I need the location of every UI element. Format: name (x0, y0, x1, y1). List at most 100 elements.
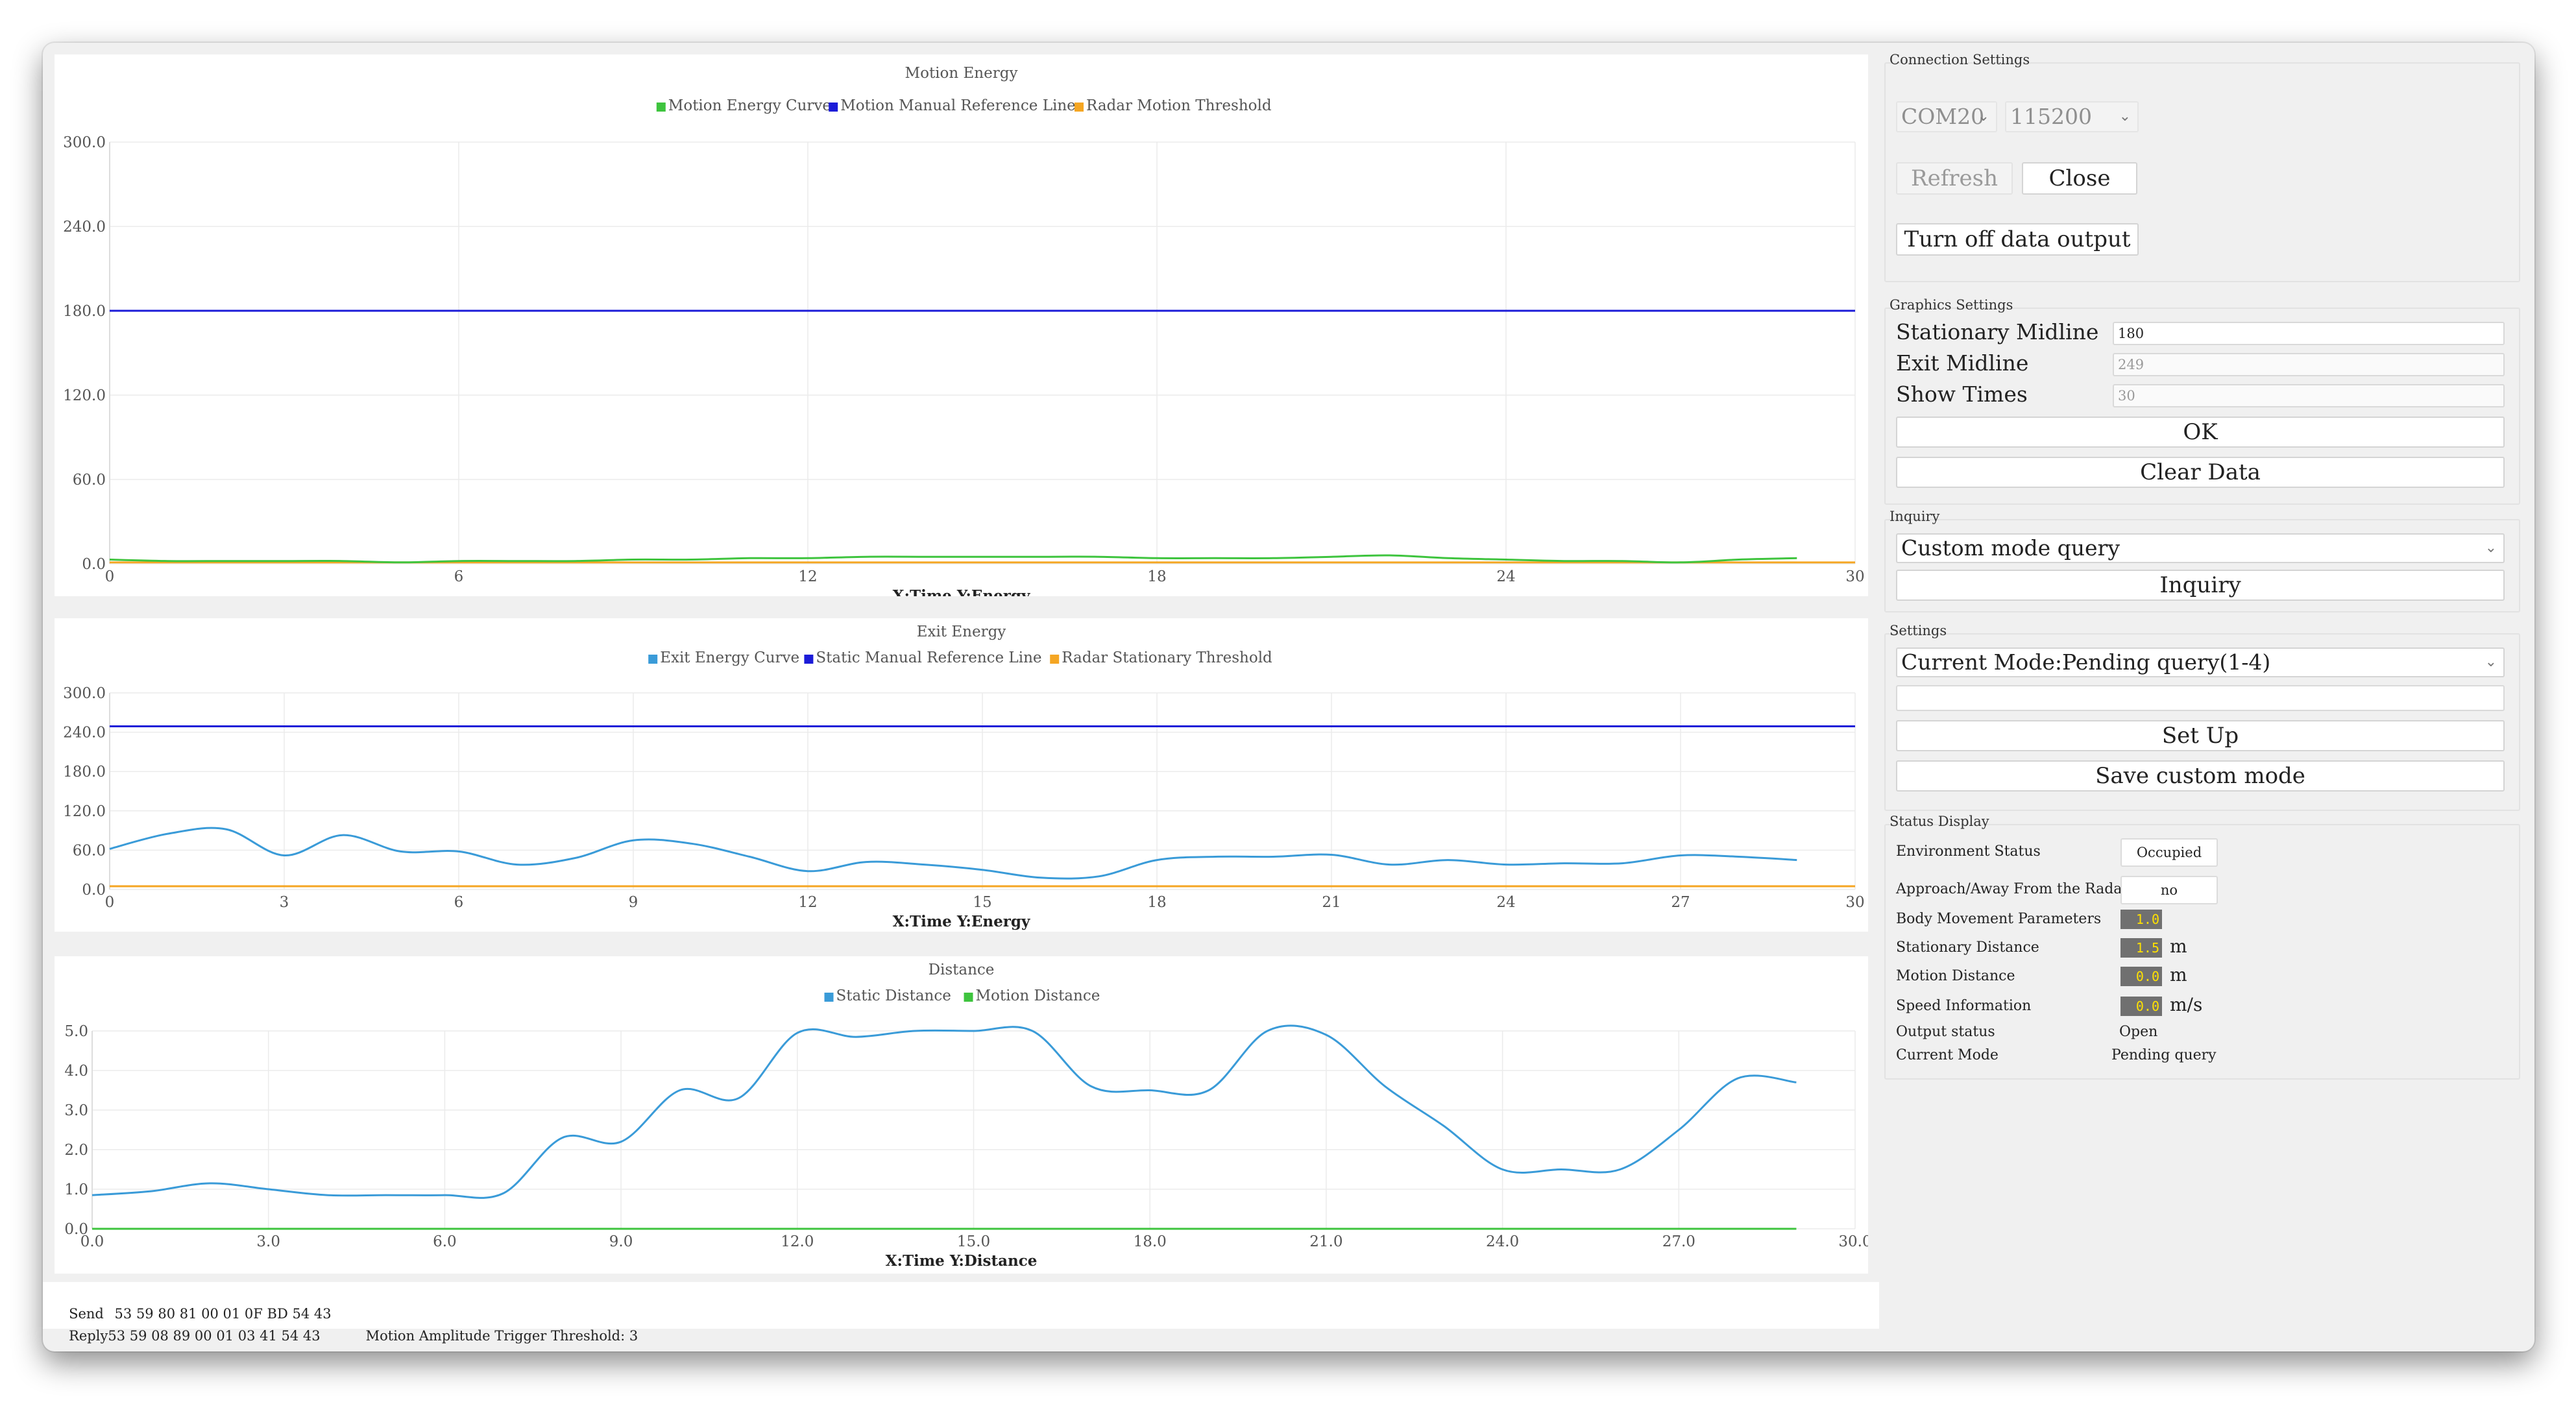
x-tick-label: 27.0 (1662, 1233, 1695, 1250)
legend-label: Exit Energy Curve (660, 649, 799, 666)
x-tick-label: 30.0 (1838, 1233, 1868, 1250)
legend-item[interactable]: Static Manual Reference Line (804, 649, 1042, 666)
chart-title: Motion Energy (905, 65, 1018, 82)
turn-off-data-output-button[interactable]: Turn off data output (1896, 223, 2139, 256)
motion-distance-lcd: 0.0 (2120, 967, 2162, 986)
motion-energy-plot: Motion Energy Motion Energy Curve Motion M… (63, 65, 1865, 596)
axis-label: X:Time Y:Energy (893, 587, 1030, 596)
series-line (91, 1024, 1797, 1199)
set-up-button[interactable]: Set Up (1896, 720, 2505, 751)
connection-settings-title: Connection Settings (1889, 52, 2030, 67)
clear-data-button[interactable]: Clear Data (1896, 457, 2505, 488)
stationary-distance-unit: m (2170, 936, 2187, 957)
legend-swatch (964, 993, 973, 1002)
x-tick-label: 24.0 (1486, 1233, 1519, 1250)
x-tick-label: 0 (105, 894, 115, 911)
graphics-settings-title: Graphics Settings (1889, 297, 2013, 313)
exit-energy-plot: Exit Energy Exit Energy Curve Static Manua… (63, 623, 1865, 930)
approach-away-label: Approach/Away From the Radar (1896, 881, 2129, 897)
legend-label: Motion Energy Curve (668, 97, 831, 114)
speed-information-unit: m/s (2170, 994, 2203, 1015)
reply-row: Reply53 59 08 89 00 01 03 41 54 43 Motion… (43, 1307, 638, 1344)
chevron-down-icon: ⌄ (1977, 108, 1989, 125)
legend-swatch (824, 993, 834, 1002)
y-tick-label: 240.0 (63, 219, 106, 236)
x-tick-label: 18 (1147, 894, 1166, 911)
app-window: Motion Energy Motion Energy Curve Motion M… (43, 43, 2534, 1351)
y-tick-label: 300.0 (63, 134, 106, 151)
inquiry-title: Inquiry (1889, 509, 1940, 524)
axis-label: X:Time Y:Energy (893, 913, 1030, 930)
speed-information-lcd: 0.0 (2120, 997, 2162, 1016)
motion-distance-unit: m (2170, 964, 2187, 986)
close-button[interactable]: Close (2022, 162, 2137, 195)
legend-swatch (1075, 103, 1084, 112)
legend-item[interactable]: Exit Energy Curve (648, 649, 799, 666)
exit-energy-chart: Exit Energy Exit Energy Curve Static Manua… (55, 618, 1868, 932)
reply-note: Motion Amplitude Trigger Threshold: 3 (365, 1328, 638, 1344)
legend-swatch (1050, 655, 1060, 664)
legend-label: Radar Stationary Threshold (1062, 649, 1272, 666)
legend-item[interactable]: Radar Stationary Threshold (1050, 649, 1272, 666)
status-display-title: Status Display (1889, 814, 1989, 829)
output-status-value: Open (2119, 1024, 2158, 1040)
y-tick-label: 1.0 (64, 1181, 88, 1198)
stationary-distance-lcd: 1.5 (2120, 938, 2162, 958)
y-tick-label: 60.0 (73, 842, 106, 859)
y-tick-label: 120.0 (63, 387, 106, 404)
graphics-settings-group: Graphics Settings Stationary Midline 180… (1884, 297, 2520, 505)
ok-button[interactable]: OK (1896, 417, 2505, 448)
chevron-down-icon: ⌄ (2485, 654, 2497, 670)
exit-midline-label: Exit Midline (1896, 350, 2029, 376)
legend-item[interactable]: Static Distance (824, 987, 951, 1004)
current-mode-value: Pending query (2111, 1047, 2217, 1063)
motion-energy-chart: Motion Energy Motion Energy Curve Motion M… (55, 54, 1868, 596)
settings-input[interactable] (1896, 685, 2505, 711)
legend-swatch (648, 655, 658, 664)
legend-item[interactable]: Motion Distance (964, 987, 1100, 1004)
inquiry-select[interactable]: Custom mode query ⌄ (1896, 533, 2505, 563)
inquiry-button[interactable]: Inquiry (1896, 570, 2505, 601)
body-movement-label: Body Movement Parameters (1896, 911, 2102, 927)
y-tick-label: 2.0 (64, 1142, 88, 1159)
legend-label: Motion Distance (976, 987, 1100, 1004)
chart-title: Exit Energy (917, 623, 1006, 640)
x-tick-label: 24 (1496, 894, 1515, 911)
mode-select[interactable]: Current Mode:Pending query(1-4) ⌄ (1896, 647, 2505, 677)
speed-information-label: Speed Information (1896, 998, 2032, 1014)
body-movement-lcd: 1.0 (2120, 910, 2162, 929)
legend-swatch (656, 103, 666, 112)
x-tick-label: 27 (1671, 894, 1690, 911)
x-tick-label: 6 (454, 894, 464, 911)
x-tick-label: 24 (1496, 568, 1515, 585)
y-tick-label: 180.0 (63, 303, 106, 320)
x-tick-label: 18 (1147, 568, 1166, 585)
exit-midline-input[interactable]: 249 (2113, 353, 2505, 376)
port-select[interactable]: COM20 ⌄ (1896, 101, 1997, 132)
x-tick-label: 15.0 (957, 1233, 990, 1250)
environment-status-value: Occupied (2120, 838, 2218, 867)
y-tick-label: 0.0 (82, 556, 106, 573)
chart-title: Distance (929, 961, 995, 978)
baud-select[interactable]: 115200 ⌄ (2005, 101, 2139, 132)
serial-log: Send 53 59 80 81 00 01 0F BD 54 43 Reply… (43, 1282, 1879, 1344)
legend-swatch (829, 103, 838, 112)
current-mode-label: Current Mode (1896, 1047, 1999, 1063)
stationary-midline-label: Stationary Midline (1896, 319, 2099, 345)
x-tick-label: 15 (973, 894, 991, 911)
stationary-midline-input[interactable]: 180 (2113, 322, 2505, 345)
x-tick-label: 6 (454, 568, 464, 585)
y-tick-label: 300.0 (63, 685, 106, 702)
save-custom-mode-button[interactable]: Save custom mode (1896, 760, 2505, 792)
refresh-button[interactable]: Refresh (1896, 162, 2013, 195)
y-tick-label: 120.0 (63, 803, 106, 820)
x-tick-label: 21.0 (1309, 1233, 1343, 1250)
x-tick-label: 21 (1322, 894, 1341, 911)
legend-item[interactable]: Motion Energy Curve (656, 97, 831, 114)
show-times-label: Show Times (1896, 381, 2028, 407)
legend-item[interactable]: Motion Manual Reference Line (829, 97, 1076, 114)
y-tick-label: 3.0 (64, 1102, 88, 1119)
show-times-input[interactable]: 30 (2113, 384, 2505, 407)
y-tick-label: 180.0 (63, 764, 106, 780)
legend-item[interactable]: Radar Motion Threshold (1075, 97, 1272, 114)
